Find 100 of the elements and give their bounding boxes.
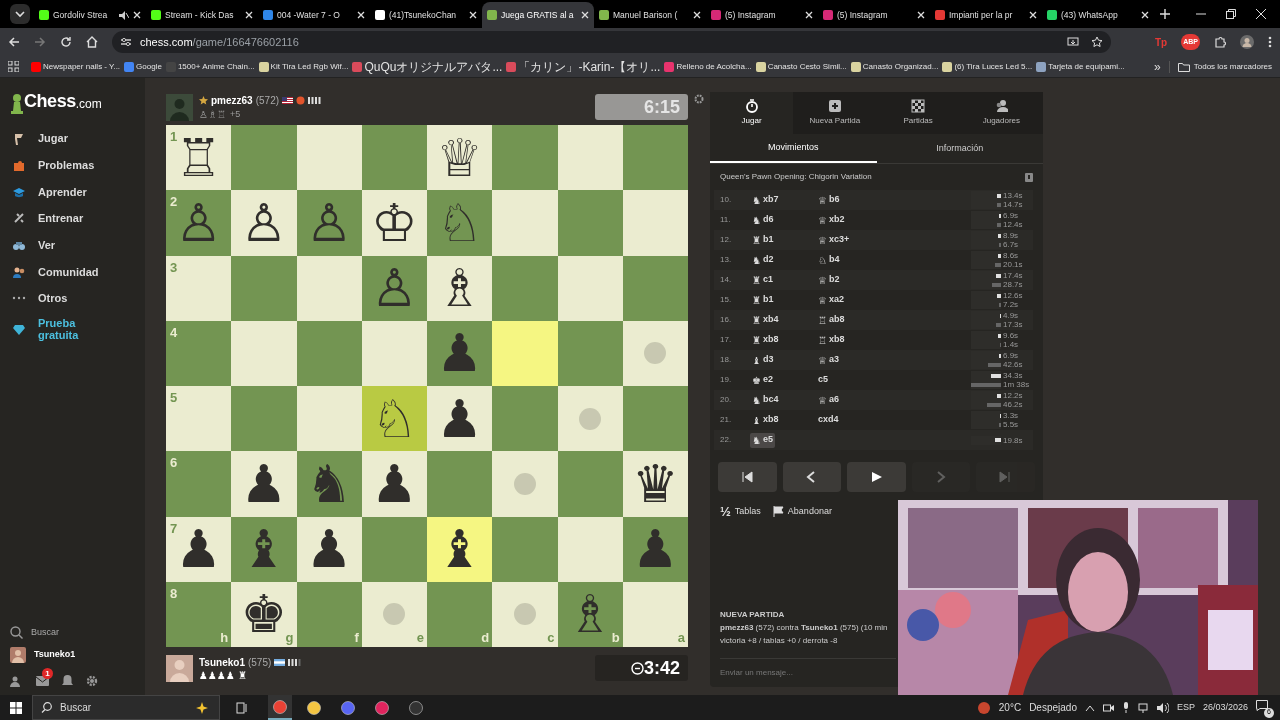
board-square[interactable] — [557, 255, 623, 321]
bookmark-item[interactable]: 1500+ Anime Chain... — [165, 60, 255, 73]
board-square[interactable]: ♞ — [296, 451, 362, 517]
close-icon[interactable] — [1029, 11, 1037, 19]
new-tab-icon[interactable] — [1160, 9, 1170, 19]
board-square[interactable] — [296, 255, 362, 321]
apps-grid-icon[interactable] — [8, 61, 19, 72]
all-bookmarks-button[interactable]: Todos los marcadores — [1168, 60, 1272, 73]
bookmark-item[interactable]: 「カリン」-Karin-【オリ... — [506, 57, 661, 76]
browser-tab[interactable]: Gordoliv Strea — [34, 2, 146, 28]
language-indicator[interactable]: ESP — [1176, 700, 1195, 715]
back-icon[interactable] — [8, 36, 20, 48]
move-button[interactable]: ♜ xb4 — [750, 312, 781, 328]
board-square[interactable] — [361, 516, 427, 582]
bookmark-item[interactable]: Relleno de Acolcha... — [664, 60, 752, 73]
move-button[interactable]: ♝ d3 — [750, 352, 776, 368]
chess-piece[interactable]: ♙ — [305, 195, 353, 250]
profile-avatar-icon[interactable] — [1240, 35, 1254, 49]
chess-piece[interactable]: ♙ — [371, 261, 418, 316]
bookmark-item[interactable]: Kit Tira Led Rgb Wif... — [258, 60, 349, 73]
browser-tab[interactable]: (5) Instagram — [818, 2, 930, 28]
move-button[interactable]: ♘ b4 — [816, 252, 842, 268]
sidebar-item[interactable]: Prueba gratuita — [0, 315, 145, 343]
more-icon[interactable] — [1268, 36, 1272, 48]
browser-tab[interactable]: (41)TsunekoChan — [370, 2, 482, 28]
resign-button[interactable]: Abandonar — [772, 505, 832, 519]
panel-tab[interactable]: Jugadores — [959, 92, 1043, 134]
board-square[interactable]: ♝ — [427, 516, 493, 582]
network-icon[interactable] — [1137, 702, 1149, 713]
move-button[interactable]: ♕ b2 — [816, 272, 842, 288]
nav-button[interactable] — [847, 462, 906, 492]
board-square[interactable] — [557, 125, 623, 191]
chess-piece[interactable]: ♘ — [436, 195, 483, 250]
draw-button[interactable]: ½ Tablas — [720, 502, 761, 522]
chess-piece[interactable]: ♕ — [436, 130, 483, 185]
home-icon[interactable] — [86, 36, 98, 48]
reload-icon[interactable] — [60, 36, 72, 48]
close-icon[interactable] — [245, 11, 253, 19]
chevron-up-icon[interactable] — [1084, 703, 1095, 712]
sidebar-item[interactable]: Entrenar — [0, 205, 145, 232]
board-square[interactable]: ♙ — [361, 255, 427, 321]
chess-piece[interactable]: ♟ — [371, 456, 418, 511]
bookmark-item[interactable]: Canasto Cesto Simil... — [755, 60, 847, 73]
board-square[interactable]: ♙ — [231, 190, 297, 256]
browser-tab[interactable]: Stream - Kick Das — [146, 2, 258, 28]
chess-piece[interactable]: ♔ — [371, 195, 418, 250]
board-square[interactable] — [361, 320, 427, 386]
move-button[interactable]: ♚ e2 — [750, 372, 775, 388]
sidebar-item[interactable]: Problemas — [0, 151, 145, 179]
board-square[interactable]: ♟ — [361, 451, 427, 517]
subtab[interactable]: Información — [876, 134, 1043, 163]
bookmark-item[interactable]: Google — [124, 60, 162, 73]
browser-tab[interactable]: (43) WhatsApp — [1042, 2, 1154, 28]
move-button[interactable]: ♕ a3 — [816, 352, 841, 368]
chess-piece[interactable]: ♖ — [175, 130, 222, 185]
move-button[interactable]: ♕ xc3+ — [816, 232, 852, 248]
extensions-icon[interactable] — [1214, 36, 1226, 48]
board-square[interactable]: ♙ — [296, 190, 362, 256]
friends-icon[interactable] — [10, 675, 23, 687]
sidebar-item[interactable]: Ver — [0, 231, 145, 259]
sidebar-item[interactable]: Jugar — [0, 125, 145, 152]
microphone-icon[interactable] — [1121, 702, 1130, 713]
sidebar-profile[interactable]: Tsuneko1 — [10, 647, 135, 663]
board-square[interactable]: ♕ — [427, 125, 493, 191]
windows-start-icon[interactable] — [10, 701, 22, 714]
board-square[interactable] — [622, 255, 688, 321]
forward-icon[interactable] — [34, 36, 46, 48]
address-field[interactable]: chess.com/game/166476602116 — [112, 31, 1111, 53]
chess-piece[interactable]: ♗ — [436, 261, 483, 316]
board-square[interactable] — [557, 320, 623, 386]
move-button[interactable]: ♞ d6 — [750, 212, 776, 228]
board-square[interactable]: ♘ — [427, 190, 493, 256]
chess-piece[interactable]: ♘ — [371, 391, 418, 446]
chess-piece[interactable]: ♛ — [632, 456, 679, 511]
board-square[interactable]: ♟ — [231, 451, 297, 517]
close-icon[interactable] — [469, 11, 477, 19]
move-button[interactable]: ♞ d2 — [750, 252, 776, 268]
chess-piece[interactable]: ♟ — [632, 522, 679, 577]
bookmark-item[interactable]: (6) Tira Luces Led 5... — [942, 60, 1033, 73]
close-icon[interactable] — [917, 11, 925, 19]
board-square[interactable] — [557, 386, 623, 452]
board-square[interactable] — [622, 386, 688, 452]
more-bookmarks-button[interactable]: » — [1154, 57, 1161, 76]
browser-tab[interactable]: Manuel Barison ( — [594, 2, 706, 28]
close-icon[interactable] — [805, 11, 813, 19]
chess-piece[interactable]: ♟ — [305, 522, 353, 577]
move-button[interactable]: c5 — [816, 373, 830, 387]
board-square[interactable] — [622, 125, 688, 191]
board-square[interactable]: ♔ — [361, 190, 427, 256]
chess-piece[interactable]: ♙ — [240, 195, 288, 250]
move-button[interactable]: ♕ b6 — [816, 192, 842, 208]
close-icon[interactable] — [581, 11, 589, 19]
player-name[interactable]: pmezz63 — [211, 92, 253, 108]
move-button[interactable]: ♕ xa2 — [816, 292, 846, 308]
restore-icon[interactable] — [1226, 9, 1236, 19]
board-square[interactable] — [296, 320, 362, 386]
board-square[interactable] — [557, 516, 623, 582]
task-view-icon[interactable] — [236, 701, 248, 714]
settings-icon[interactable] — [694, 94, 704, 104]
settings-icon[interactable] — [86, 675, 98, 687]
